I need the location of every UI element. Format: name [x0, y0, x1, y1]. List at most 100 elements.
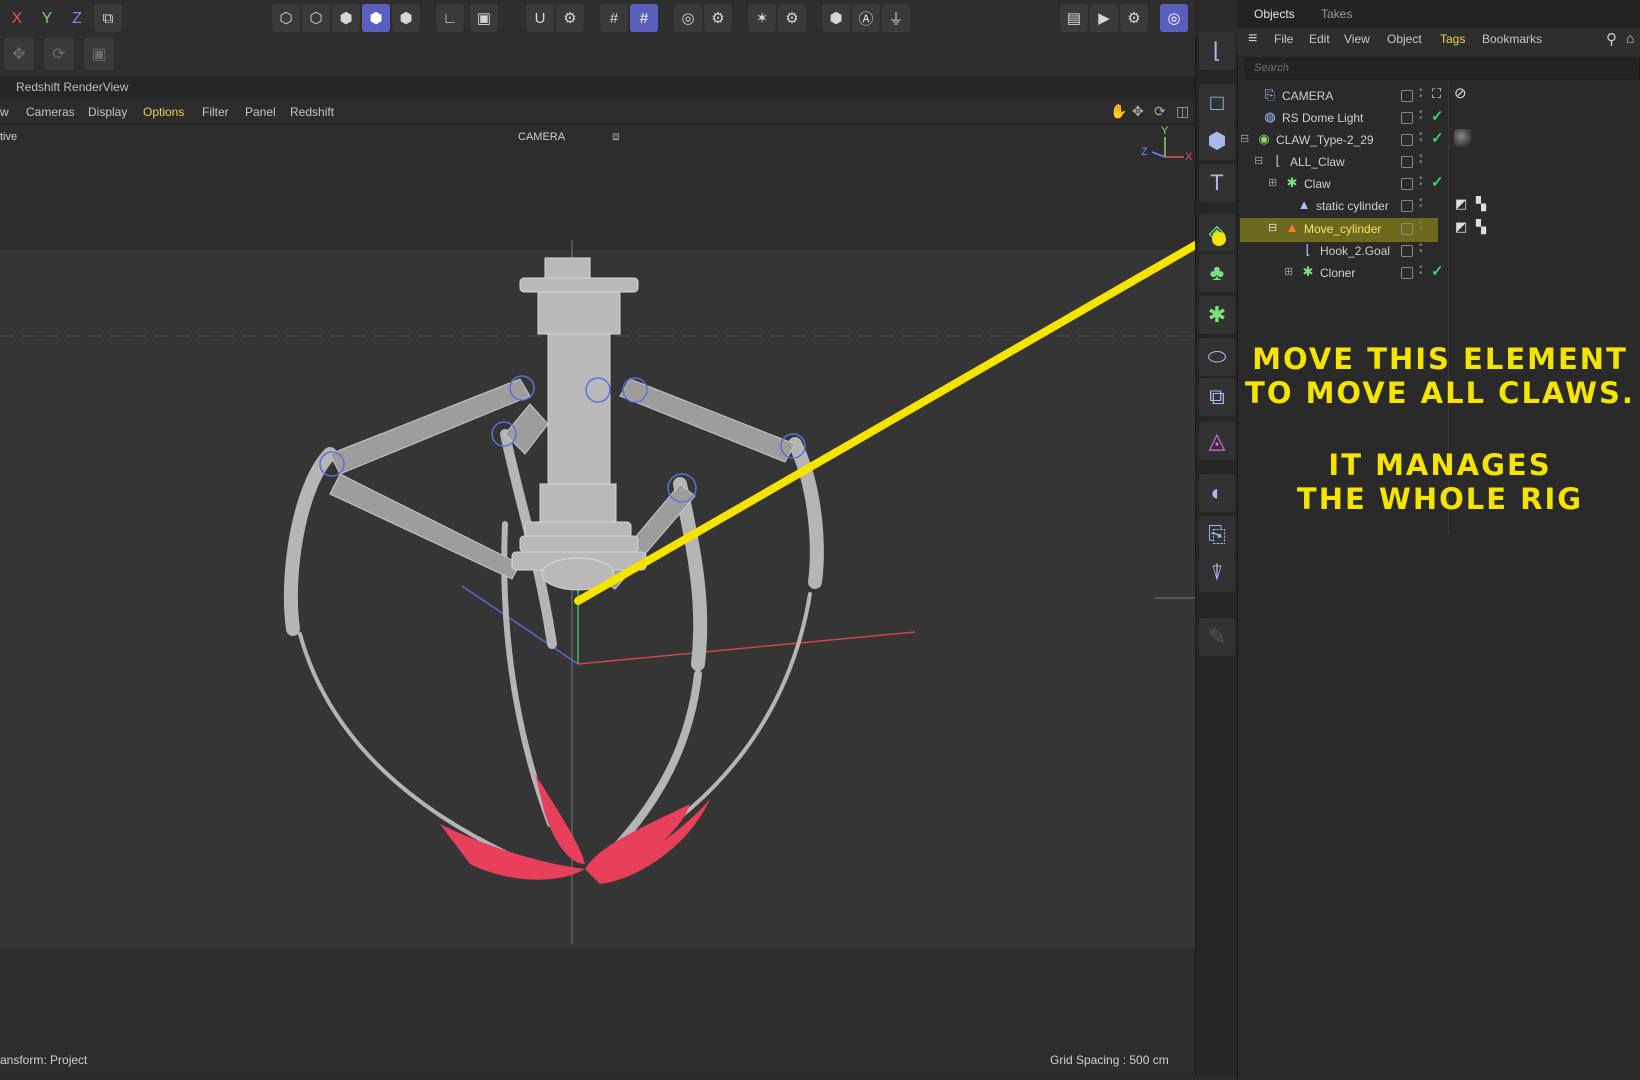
polygons-mode-icon[interactable]: ⬢	[332, 4, 360, 32]
render-view-icon[interactable]: ▤	[1060, 4, 1088, 32]
snap-settings-icon[interactable]: ⚙	[556, 4, 584, 32]
enabled-check-icon[interactable]: ✓	[1431, 173, 1444, 191]
visibility-dots[interactable]: • •	[1419, 263, 1425, 283]
checker-tag-icon[interactable]: ▚	[1476, 196, 1486, 212]
checker-tag-icon[interactable]: ▚	[1476, 219, 1486, 235]
y-axis-lock[interactable]: Y	[34, 6, 60, 32]
tab-takes[interactable]: Takes	[1321, 7, 1352, 21]
workplane-icon[interactable]: #	[630, 4, 658, 32]
move-tool-icon[interactable]: ✥	[4, 38, 34, 70]
menu-bookmarks[interactable]: Bookmarks	[1482, 32, 1542, 46]
edit-visibility-icon[interactable]	[1401, 112, 1413, 124]
menu-object[interactable]: Object	[1387, 32, 1422, 46]
camera-object-icon[interactable]: ⎘	[1199, 516, 1235, 554]
visibility-dots[interactable]: • •	[1419, 196, 1425, 216]
no-render-tag-icon[interactable]: ⊘	[1454, 84, 1467, 102]
redshift-icon[interactable]: ◎	[1160, 4, 1188, 32]
target-tag-icon[interactable]: ⛶	[1432, 86, 1441, 102]
effector-icon[interactable]: ✱	[1199, 296, 1235, 334]
edit-visibility-icon[interactable]	[1401, 90, 1413, 102]
visibility-dots[interactable]: • •	[1419, 219, 1425, 239]
field-icon[interactable]: ⧉	[1199, 378, 1235, 416]
menu-view[interactable]: w	[0, 105, 9, 119]
search-input[interactable]	[1245, 58, 1640, 80]
material-tag-icon[interactable]	[1454, 129, 1472, 147]
tab-objects[interactable]: Objects	[1254, 7, 1295, 21]
menu-edit[interactable]: Edit	[1309, 32, 1330, 46]
menu-options[interactable]: Options	[143, 105, 184, 119]
points-mode-icon[interactable]: ⬡	[272, 4, 300, 32]
coordinate-system-icon[interactable]: ⧉	[94, 4, 122, 32]
menu-filter[interactable]: Filter	[202, 105, 229, 119]
menu-tags[interactable]: Tags	[1440, 32, 1465, 46]
menu-cameras[interactable]: Cameras	[26, 105, 75, 119]
texture-tag-icon[interactable]: ◩	[1455, 219, 1467, 235]
plugin-icon[interactable]: ⏚	[882, 4, 910, 32]
move-view-icon[interactable]: ✥	[1132, 103, 1144, 120]
null-object-icon[interactable]: ⌊	[1199, 32, 1235, 70]
scene-nodes-icon[interactable]: ◬	[1199, 422, 1235, 460]
menu-panel[interactable]: Panel	[245, 105, 276, 119]
visibility-dots[interactable]: • •	[1419, 174, 1425, 194]
edges-mode-icon[interactable]: ⬡	[302, 4, 330, 32]
symmetry-icon[interactable]: ✶	[748, 4, 776, 32]
rotate-tool-icon[interactable]: ⟳	[44, 38, 74, 70]
z-axis-lock[interactable]: Z	[64, 6, 90, 32]
menu-file[interactable]: File	[1274, 32, 1293, 46]
symmetry-settings-icon[interactable]: ⚙	[778, 4, 806, 32]
text-tool-icon[interactable]: T	[1199, 164, 1235, 202]
edit-visibility-icon[interactable]	[1401, 267, 1413, 279]
edit-visibility-icon[interactable]	[1401, 245, 1413, 257]
menu-view[interactable]: View	[1344, 32, 1370, 46]
visibility-dots[interactable]: • •	[1419, 241, 1425, 261]
visibility-dots[interactable]: • •	[1419, 108, 1425, 128]
collapse-icon[interactable]: ⊟	[1254, 154, 1263, 167]
edit-visibility-icon[interactable]	[1401, 134, 1413, 146]
object-name: RS Dome Light	[1282, 111, 1364, 125]
snap-icon[interactable]: U	[526, 4, 554, 32]
spline-rectangle-icon[interactable]: □	[1199, 84, 1235, 122]
menu-display[interactable]: Display	[88, 105, 127, 119]
camera-icon: ⎘	[1264, 87, 1276, 102]
render-picture-icon[interactable]: ▶	[1090, 4, 1118, 32]
grid-icon[interactable]: #	[600, 4, 628, 32]
rotate-view-icon[interactable]: ⟳	[1154, 103, 1166, 120]
visibility-dots[interactable]: • •	[1419, 86, 1425, 106]
scale-tool-icon[interactable]: ▣	[84, 38, 114, 70]
cube-icon[interactable]: ⬢	[1199, 122, 1235, 160]
search-icon[interactable]: ⚲	[1606, 30, 1617, 48]
deformer-icon[interactable]: ⬭	[1199, 338, 1235, 376]
lock-icon[interactable]: ⬢	[822, 4, 850, 32]
x-axis-lock[interactable]: X	[4, 6, 30, 32]
enabled-check-icon[interactable]: ✓	[1431, 262, 1444, 280]
home-icon[interactable]: ⌂	[1626, 30, 1634, 46]
edit-visibility-icon[interactable]	[1401, 178, 1413, 190]
enabled-check-icon[interactable]: ✓	[1431, 107, 1444, 125]
light-icon[interactable]: ⍒	[1199, 554, 1235, 592]
menu-redshift[interactable]: Redshift	[290, 105, 334, 119]
visibility-dots[interactable]: • •	[1419, 152, 1425, 172]
expand-icon[interactable]: ⊞	[1268, 176, 1277, 189]
collapse-icon[interactable]: ⊟	[1240, 132, 1249, 145]
model-mode-icon[interactable]: ⬢	[362, 4, 390, 32]
mograph-cloner-icon[interactable]: ♣	[1199, 254, 1235, 292]
edit-visibility-icon[interactable]	[1401, 223, 1413, 235]
render-settings-2-icon[interactable]: ⚙	[1120, 4, 1148, 32]
enabled-check-icon[interactable]: ✓	[1431, 129, 1444, 147]
expand-icon[interactable]: ⊞	[1284, 265, 1293, 278]
maximize-view-icon[interactable]: ◫	[1176, 103, 1189, 120]
solo-mode-icon[interactable]: ▣	[470, 4, 498, 32]
texture-mode-icon[interactable]: ⬢	[392, 4, 420, 32]
hamburger-menu-icon[interactable]: ≡	[1248, 30, 1257, 48]
environment-icon[interactable]: ◐	[1199, 474, 1235, 512]
texture-tag-icon[interactable]: ◩	[1455, 196, 1467, 212]
render-region-icon[interactable]: ◎	[674, 4, 702, 32]
edit-visibility-icon[interactable]	[1401, 200, 1413, 212]
visibility-dots[interactable]: • •	[1419, 130, 1425, 150]
axis-mode-icon[interactable]: ∟	[436, 4, 464, 32]
edit-visibility-icon[interactable]	[1401, 156, 1413, 168]
render-settings-icon[interactable]: ⚙	[704, 4, 732, 32]
collapse-icon[interactable]: ⊟	[1268, 221, 1277, 234]
hand-pan-icon[interactable]: ✋	[1110, 103, 1127, 120]
auto-key-icon[interactable]: Ⓐ	[852, 4, 880, 32]
